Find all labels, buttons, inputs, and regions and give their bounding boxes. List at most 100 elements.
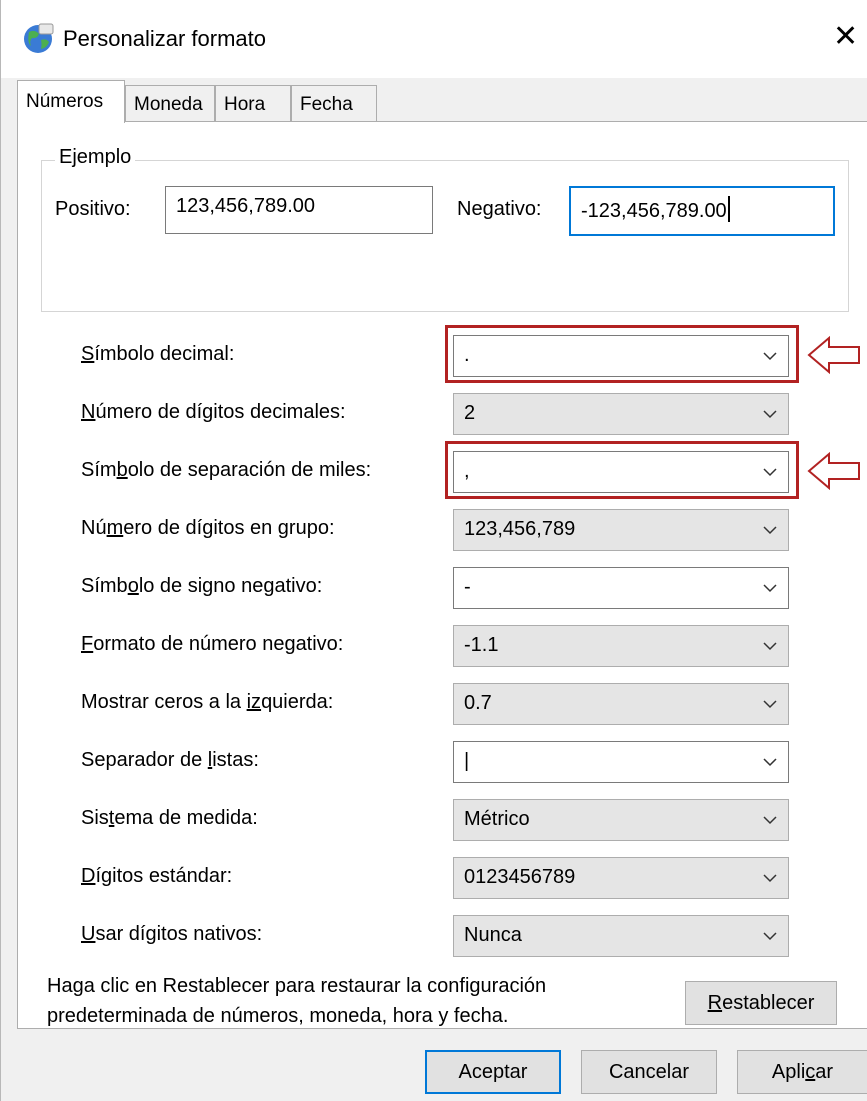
label-text: ero de dígitos en grupo:	[123, 517, 335, 539]
measurement-system-combo[interactable]: Métrico	[453, 799, 789, 841]
decimal-digits-label: Número de dígitos decimales:	[81, 401, 346, 424]
cancel-label: Cancelar	[608, 1061, 690, 1083]
chevron-down-icon	[763, 874, 777, 883]
accept-button[interactable]: Aceptar	[425, 1050, 561, 1094]
negative-number-format-combo[interactable]: -1.1	[453, 625, 789, 667]
label-text: Mostrar ceros a la	[81, 691, 247, 713]
label-text: sar dígitos nativos:	[95, 923, 263, 945]
combo-value: 2	[464, 402, 476, 424]
list-separator-combo[interactable]: |	[453, 741, 789, 783]
standard-digits-label: Dígitos estándar:	[81, 865, 232, 888]
cancel-button[interactable]: Cancelar	[581, 1050, 717, 1094]
combo-value: 0123456789	[464, 866, 576, 888]
label-text: ímbolo decimal:	[94, 343, 235, 365]
label-text: Separador de	[81, 749, 208, 771]
standard-digits-combo[interactable]: 0123456789	[453, 857, 789, 899]
thousands-separator-label: Símbolo de separación de miles:	[81, 459, 371, 482]
label-text: quierda:	[261, 691, 334, 713]
accept-label: Aceptar	[458, 1061, 528, 1083]
label-text: istas:	[212, 749, 259, 771]
negative-number-format-label: Formato de número negativo:	[81, 633, 343, 656]
decimal-digits-combo[interactable]: 2	[453, 393, 789, 435]
positive-example-value: 123,456,789.00	[176, 195, 316, 217]
apply-button[interactable]: Aplicar	[737, 1050, 867, 1094]
reset-info-line2: predeterminada de números, moneda, hora …	[47, 1005, 509, 1027]
negative-label: Negativo:	[457, 198, 542, 220]
label-text: lo de signo negativo:	[138, 575, 323, 597]
reset-button-label: establecer	[722, 992, 815, 1014]
tab-moneda[interactable]: Moneda	[125, 85, 215, 122]
reset-info-line1: Haga clic en Restablecer para restaurar …	[47, 975, 547, 997]
measurement-system-label: Sistema de medida:	[81, 807, 258, 830]
negative-sign-label: Símbolo de signo negativo:	[81, 575, 322, 598]
tab-label: Hora	[224, 94, 266, 115]
positive-label: Positivo:	[55, 198, 131, 220]
reset-button-mnemonic: R	[707, 992, 723, 1014]
label-text: ema de medida:	[114, 807, 258, 829]
label-text: Sis	[81, 807, 109, 829]
title-bar: Personalizar formato ✕	[1, 0, 867, 78]
combo-value: -	[464, 576, 471, 598]
decimal-symbol-label: Símbolo decimal:	[81, 343, 234, 366]
tab-fecha[interactable]: Fecha	[291, 85, 377, 122]
label-text: Nú	[81, 517, 107, 539]
customize-format-dialog: Personalizar formato ✕ Números Moneda Ho…	[0, 0, 867, 1101]
combo-value: 123,456,789	[464, 518, 576, 540]
apply-label-pre: Apli	[771, 1061, 806, 1083]
close-button[interactable]: ✕	[833, 14, 867, 60]
chevron-down-icon	[763, 526, 777, 535]
label-mnemonic: N	[81, 401, 96, 423]
tab-label: Moneda	[134, 94, 203, 115]
label-mnemonic: F	[81, 633, 94, 655]
chevron-down-icon	[763, 410, 777, 419]
chevron-down-icon	[763, 584, 777, 593]
region-globe-icon	[24, 23, 54, 53]
chevron-down-icon	[763, 758, 777, 767]
label-text: ormato de número negativo:	[93, 633, 344, 655]
left-arrow-icon	[807, 452, 860, 490]
native-digits-label: Usar dígitos nativos:	[81, 923, 262, 946]
positive-example-field[interactable]: 123,456,789.00	[165, 186, 433, 234]
negative-sign-combo[interactable]: -	[453, 567, 789, 609]
example-group	[41, 160, 849, 312]
label-text: úmero de dígitos decimales:	[95, 401, 346, 423]
left-arrow-icon	[807, 336, 860, 374]
negative-example-field[interactable]: -123,456,789.00	[569, 186, 835, 236]
label-text: Sím	[81, 459, 117, 481]
native-digits-combo[interactable]: Nunca	[453, 915, 789, 957]
reset-button[interactable]: Restablecer	[685, 981, 837, 1025]
label-text: ígitos estándar:	[95, 865, 233, 887]
chevron-down-icon	[763, 700, 777, 709]
combo-value: Nunca	[464, 924, 522, 946]
tab-numeros[interactable]: Números	[17, 80, 125, 123]
digit-grouping-label: Número de dígitos en grupo:	[81, 517, 335, 540]
highlight-frame-thousands	[445, 441, 799, 499]
combo-value: 0.7	[464, 692, 492, 714]
combo-value: -1.1	[464, 634, 499, 656]
label-mnemonic: iz	[246, 691, 262, 713]
tab-label: Números	[26, 91, 104, 112]
tab-strip: Números Moneda Hora Fecha	[17, 80, 377, 123]
chevron-down-icon	[763, 932, 777, 941]
tab-hora[interactable]: Hora	[215, 85, 291, 122]
combo-value: Métrico	[464, 808, 530, 830]
leading-zeros-combo[interactable]: 0.7	[453, 683, 789, 725]
label-mnemonic: U	[81, 923, 96, 945]
label-mnemonic: b	[116, 459, 128, 481]
label-mnemonic: o	[127, 575, 139, 597]
digit-grouping-combo[interactable]: 123,456,789	[453, 509, 789, 551]
negative-example-value: -123,456,789.00	[581, 200, 727, 222]
chevron-down-icon	[763, 642, 777, 651]
tab-label: Fecha	[300, 94, 353, 115]
apply-label-post: ar	[815, 1061, 834, 1083]
window-title: Personalizar formato	[63, 26, 266, 51]
label-mnemonic: S	[81, 343, 95, 365]
leading-zeros-label: Mostrar ceros a la izquierda:	[81, 691, 333, 714]
chevron-down-icon	[763, 816, 777, 825]
label-text: Símb	[81, 575, 128, 597]
label-mnemonic: m	[106, 517, 124, 539]
text-caret	[727, 196, 730, 222]
highlight-frame-decimal	[445, 325, 799, 383]
apply-label-mnemonic: c	[805, 1061, 816, 1083]
list-separator-label: Separador de listas:	[81, 749, 259, 772]
